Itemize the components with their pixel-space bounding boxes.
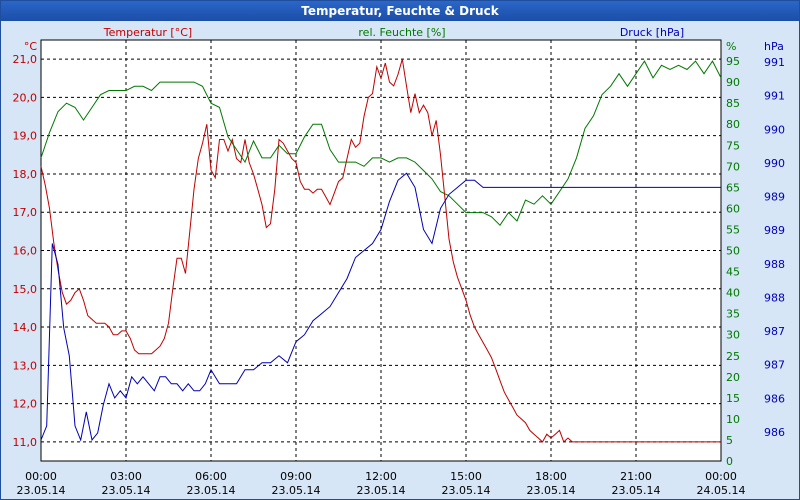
humidity-tick-label: 80 <box>726 118 740 131</box>
pressure-tick-label: 989 <box>764 191 785 204</box>
temperature-tick-label: 14,0 <box>13 321 38 334</box>
humidity-tick-label: 75 <box>726 139 740 152</box>
temperature-tick-label: 17,0 <box>13 206 38 219</box>
temperature-tick-label: 15,0 <box>13 283 38 296</box>
x-tick-time: 15:00 <box>450 470 482 483</box>
x-tick-date: 23.05.14 <box>612 484 661 497</box>
temperature-axis-title: Temperatur [°C] <box>103 26 192 39</box>
pressure-tick-label: 987 <box>764 325 785 338</box>
x-tick-time: 00:00 <box>705 470 737 483</box>
humidity-tick-label: 30 <box>726 329 740 342</box>
pressure-tick-label: 991 <box>764 90 785 103</box>
pressure-tick-label: 988 <box>764 258 785 271</box>
humidity-tick-label: 95 <box>726 55 740 68</box>
humidity-tick-label: 55 <box>726 223 740 236</box>
x-tick-date: 23.05.14 <box>442 484 491 497</box>
temperature-tick-label: 13,0 <box>13 359 38 372</box>
humidity-tick-label: 50 <box>726 245 740 258</box>
x-tick-date: 24.05.14 <box>697 484 746 497</box>
pressure-tick-label: 990 <box>764 157 785 170</box>
humidity-tick-label: 70 <box>726 160 740 173</box>
pressure-unit: hPa <box>764 40 784 53</box>
humidity-tick-label: 90 <box>726 76 740 89</box>
temperature-unit: °C <box>24 40 38 53</box>
humidity-tick-label: 45 <box>726 266 740 279</box>
humidity-tick-label: 0 <box>726 455 733 468</box>
temperature-tick-label: 20,0 <box>13 91 38 104</box>
temperature-tick-label: 11,0 <box>13 436 38 449</box>
pressure-tick-label: 988 <box>764 291 785 304</box>
x-tick-date: 23.05.14 <box>357 484 406 497</box>
humidity-tick-label: 65 <box>726 181 740 194</box>
humidity-tick-label: 85 <box>726 97 740 110</box>
temperature-tick-label: 12,0 <box>13 398 38 411</box>
pressure-tick-label: 991 <box>764 56 785 69</box>
humidity-tick-label: 20 <box>726 371 740 384</box>
humidity-tick-label: 35 <box>726 308 740 321</box>
x-tick-time: 06:00 <box>195 470 227 483</box>
pressure-tick-label: 987 <box>764 359 785 372</box>
pressure-tick-label: 989 <box>764 224 785 237</box>
humidity-unit: % <box>726 40 736 53</box>
x-tick-time: 21:00 <box>620 470 652 483</box>
x-tick-time: 00:00 <box>25 470 57 483</box>
pressure-tick-label: 990 <box>764 123 785 136</box>
humidity-tick-label: 60 <box>726 202 740 215</box>
chart-canvas: 00:0023.05.1403:0023.05.1406:0023.05.140… <box>13 26 786 497</box>
x-tick-time: 12:00 <box>365 470 397 483</box>
temperature-tick-label: 16,0 <box>13 245 38 258</box>
humidity-axis-title: rel. Feuchte [%] <box>358 26 445 39</box>
humidity-tick-label: 40 <box>726 287 740 300</box>
x-tick-time: 03:00 <box>110 470 142 483</box>
x-tick-date: 23.05.14 <box>187 484 236 497</box>
x-tick-time: 18:00 <box>535 470 567 483</box>
humidity-tick-label: 25 <box>726 350 740 363</box>
x-tick-date: 23.05.14 <box>272 484 321 497</box>
x-tick-date: 23.05.14 <box>17 484 66 497</box>
pressure-tick-label: 986 <box>764 426 785 439</box>
x-tick-date: 23.05.14 <box>102 484 151 497</box>
x-tick-time: 09:00 <box>280 470 312 483</box>
temperature-tick-label: 21,0 <box>13 53 38 66</box>
temperature-tick-label: 18,0 <box>13 168 38 181</box>
pressure-axis-title: Druck [hPa] <box>620 26 684 39</box>
temperature-tick-label: 19,0 <box>13 130 38 143</box>
pressure-tick-label: 986 <box>764 392 785 405</box>
humidity-tick-label: 15 <box>726 392 740 405</box>
x-tick-date: 23.05.14 <box>527 484 576 497</box>
humidity-tick-label: 10 <box>726 413 740 426</box>
humidity-tick-label: 5 <box>726 434 733 447</box>
